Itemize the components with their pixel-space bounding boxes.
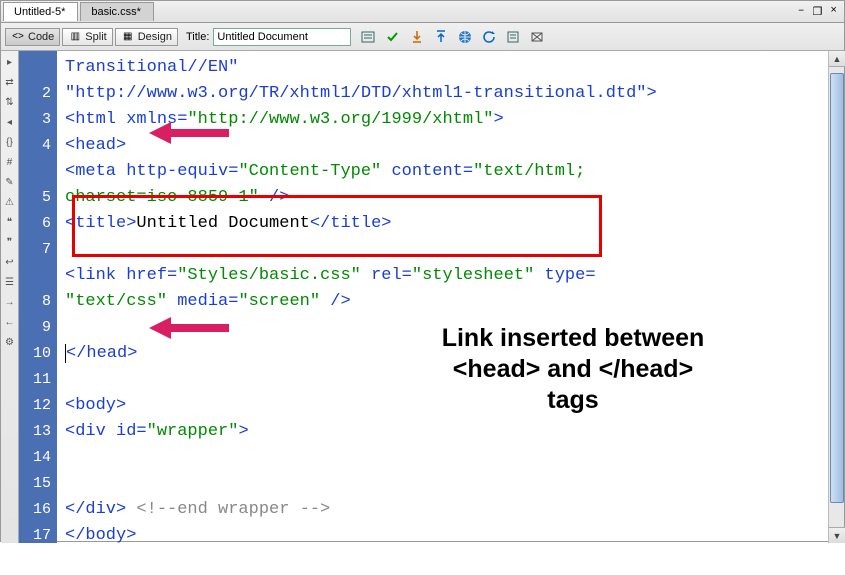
minimize-button[interactable]: – bbox=[795, 5, 808, 19]
document-title-input[interactable] bbox=[213, 28, 351, 46]
line-number-gutter: 234 567 89101112131415161718 bbox=[19, 51, 57, 543]
restore-button[interactable]: ❐ bbox=[810, 5, 826, 19]
code-icon: <> bbox=[11, 31, 25, 43]
wrap-tag-icon[interactable]: ↩ bbox=[3, 255, 17, 269]
file-management-icon[interactable] bbox=[361, 29, 377, 45]
design-view-button[interactable]: ▦ Design bbox=[115, 28, 178, 46]
apply-comment-icon[interactable]: ❝ bbox=[3, 215, 17, 229]
split-icon: ▥ bbox=[68, 31, 82, 43]
visual-aids-icon[interactable] bbox=[529, 29, 545, 45]
text-annotation: Link inserted between <head> and </head>… bbox=[393, 323, 753, 416]
design-icon: ▦ bbox=[121, 31, 135, 43]
tab-basiccss[interactable]: basic.css* bbox=[80, 2, 154, 21]
code-toolbar-sidebar: ▸ ⇄ ⇅ ◂ {} # ✎ ⚠ ❝ ❞ ↩ ☰ → ← ⚙ bbox=[1, 51, 19, 543]
vertical-scrollbar[interactable]: ▲ ▼ bbox=[828, 51, 844, 543]
expand-icon[interactable]: ⇅ bbox=[3, 95, 17, 109]
design-view-label: Design bbox=[138, 31, 172, 43]
recent-snippets-icon[interactable]: ☰ bbox=[3, 275, 17, 289]
code-editor[interactable]: 234 567 89101112131415161718 Transitiona… bbox=[19, 51, 828, 543]
document-tab-bar: Untitled-5* basic.css* – ❐ × bbox=[1, 1, 844, 23]
balance-braces-icon[interactable]: {} bbox=[3, 135, 17, 149]
indent-icon[interactable]: → bbox=[3, 295, 17, 309]
scroll-up-arrow[interactable]: ▲ bbox=[829, 51, 845, 67]
main-toolbar: <> Code ▥ Split ▦ Design Title: bbox=[1, 23, 844, 51]
open-docs-icon[interactable]: ▸ bbox=[3, 55, 17, 69]
scroll-thumb[interactable] bbox=[830, 73, 844, 503]
tab-untitled5[interactable]: Untitled-5* bbox=[3, 2, 78, 21]
main-area: ▸ ⇄ ⇅ ◂ {} # ✎ ⚠ ❝ ❞ ↩ ☰ → ← ⚙ 234 567 8… bbox=[1, 51, 844, 543]
split-view-button[interactable]: ▥ Split bbox=[62, 28, 112, 46]
syntax-error-icon[interactable]: ⚠ bbox=[3, 195, 17, 209]
arrow-annotation-1 bbox=[149, 119, 229, 147]
format-icon[interactable]: ⚙ bbox=[3, 335, 17, 349]
close-button[interactable]: × bbox=[827, 5, 840, 19]
outdent-icon[interactable]: ← bbox=[3, 315, 17, 329]
upload-icon[interactable] bbox=[433, 29, 449, 45]
validate-icon[interactable] bbox=[385, 29, 401, 45]
window-controls: – ❐ × bbox=[795, 5, 844, 19]
options-icon[interactable] bbox=[505, 29, 521, 45]
title-field-label: Title: bbox=[186, 31, 209, 43]
refresh-icon[interactable] bbox=[481, 29, 497, 45]
parent-tag-icon[interactable]: ◂ bbox=[3, 115, 17, 129]
collapse-icon[interactable]: ⇄ bbox=[3, 75, 17, 89]
remove-comment-icon[interactable]: ❞ bbox=[3, 235, 17, 249]
line-numbers-icon[interactable]: # bbox=[3, 155, 17, 169]
arrow-annotation-2 bbox=[149, 314, 229, 342]
split-view-label: Split bbox=[85, 31, 106, 43]
code-view-label: Code bbox=[28, 31, 54, 43]
highlight-icon[interactable]: ✎ bbox=[3, 175, 17, 189]
code-view-button[interactable]: <> Code bbox=[5, 28, 60, 46]
download-icon[interactable] bbox=[409, 29, 425, 45]
globe-icon[interactable] bbox=[457, 29, 473, 45]
scroll-down-arrow[interactable]: ▼ bbox=[829, 527, 845, 543]
